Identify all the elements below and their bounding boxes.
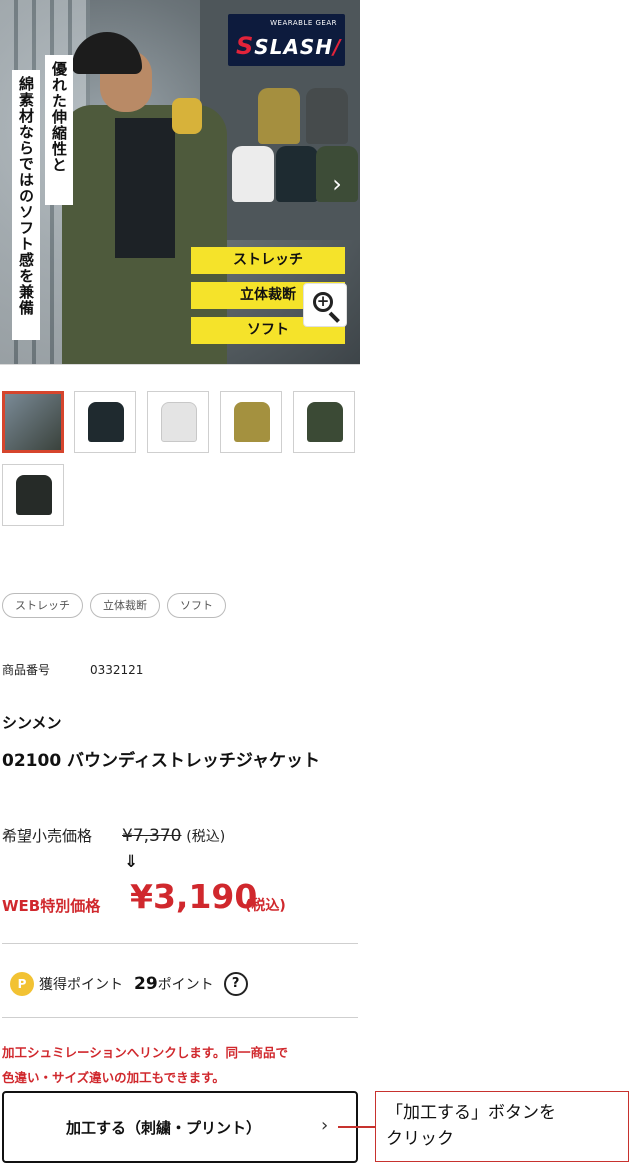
points-row: P 獲得ポイント 29 ポイント ? bbox=[10, 971, 248, 997]
jacket-grey bbox=[306, 88, 348, 144]
brand-logo: WEARABLE GEAR SSLASH/ bbox=[228, 14, 345, 66]
product-main-image[interactable]: WEARABLE GEAR SSLASH/ 優れた伸縮性と 綿素材ならではのソフ… bbox=[0, 0, 360, 365]
points-label: 獲得ポイント bbox=[39, 977, 123, 993]
brand-tagline: WEARABLE GEAR bbox=[270, 19, 337, 27]
customize-button-label: 加工する（刺繍・プリント） bbox=[66, 1119, 262, 1137]
web-price-tax-note: (税込) bbox=[245, 898, 286, 914]
callout-line-2: クリック bbox=[386, 1129, 454, 1149]
brand-name: SSLASH/ bbox=[236, 32, 342, 60]
instruction-callout: 「加工する」ボタンを クリック bbox=[375, 1091, 629, 1162]
feature-tags: ストレッチ 立体裁断 ソフト bbox=[2, 593, 226, 619]
zoom-in-icon[interactable]: + bbox=[303, 283, 347, 327]
customization-notice: 加工シュミレーションへリンクします。同一商品で 色違い・サイズ違いの加工もできま… bbox=[2, 1040, 362, 1090]
thumbnail-jacket bbox=[161, 402, 197, 442]
thumbnail-3[interactable] bbox=[147, 391, 209, 453]
thumbnail-jacket bbox=[16, 475, 52, 515]
tag-stretch[interactable]: ストレッチ bbox=[2, 593, 83, 618]
callout-connector bbox=[338, 1126, 375, 1128]
catchcopy-2: 綿素材ならではのソフト感を兼備 bbox=[12, 70, 40, 340]
jacket-navy bbox=[276, 146, 318, 202]
tag-soft[interactable]: ソフト bbox=[167, 593, 226, 618]
callout-line-1: 「加工する」ボタンを bbox=[386, 1103, 556, 1123]
thumbnail-jacket bbox=[88, 402, 124, 442]
divider bbox=[2, 1017, 358, 1018]
divider bbox=[2, 943, 358, 944]
model-glove bbox=[172, 98, 202, 134]
customize-button[interactable]: 加工する（刺繍・プリント） › bbox=[2, 1091, 358, 1163]
thumbnail-4[interactable] bbox=[220, 391, 282, 453]
thumbnail-5[interactable] bbox=[293, 391, 355, 453]
msrp-tax-note: (税込) bbox=[186, 829, 226, 845]
image-tag-stretch: ストレッチ bbox=[191, 247, 345, 274]
msrp-row: 希望小売価格 ¥7,370 (税込) bbox=[2, 825, 225, 846]
points-unit: ポイント bbox=[157, 977, 214, 993]
points-icon: P bbox=[10, 972, 34, 996]
jacket-white bbox=[232, 146, 274, 202]
notice-line-2: 色違い・サイズ違いの加工もできます。 bbox=[2, 1070, 225, 1085]
model-shirt bbox=[115, 118, 175, 258]
next-image-arrow-icon[interactable]: › bbox=[325, 168, 349, 200]
down-arrow-icon: ⇓ bbox=[124, 852, 139, 872]
catchcopy-1: 優れた伸縮性と bbox=[45, 55, 73, 205]
thumbnail-jacket bbox=[234, 402, 270, 442]
help-icon[interactable]: ? bbox=[223, 972, 248, 996]
thumbnail-gallery bbox=[2, 391, 360, 531]
thumbnail-1[interactable] bbox=[2, 391, 64, 453]
thumbnail-jacket bbox=[307, 402, 343, 442]
notice-line-1: 加工シュミレーションへリンクします。同一商品で bbox=[2, 1045, 289, 1060]
web-price: ¥3,190 bbox=[130, 877, 258, 916]
product-number-value: 0332121 bbox=[90, 663, 144, 677]
msrp-price: ¥7,370 bbox=[122, 826, 182, 846]
tag-3d-cut[interactable]: 立体裁断 bbox=[90, 593, 160, 618]
thumbnail-6[interactable] bbox=[2, 464, 64, 526]
product-title: 02100 バウンディストレッチジャケット bbox=[2, 751, 321, 771]
product-number: 商品番号 0332121 bbox=[2, 661, 143, 678]
product-number-label: 商品番号 bbox=[2, 663, 51, 677]
web-price-label: WEB特別価格 bbox=[2, 897, 101, 915]
thumbnail-2[interactable] bbox=[74, 391, 136, 453]
manufacturer: シンメン bbox=[2, 714, 62, 732]
chevron-right-icon: › bbox=[321, 1115, 329, 1136]
msrp-label: 希望小売価格 bbox=[2, 827, 93, 845]
jacket-khaki bbox=[258, 88, 300, 144]
points-value: 29 bbox=[134, 974, 158, 994]
